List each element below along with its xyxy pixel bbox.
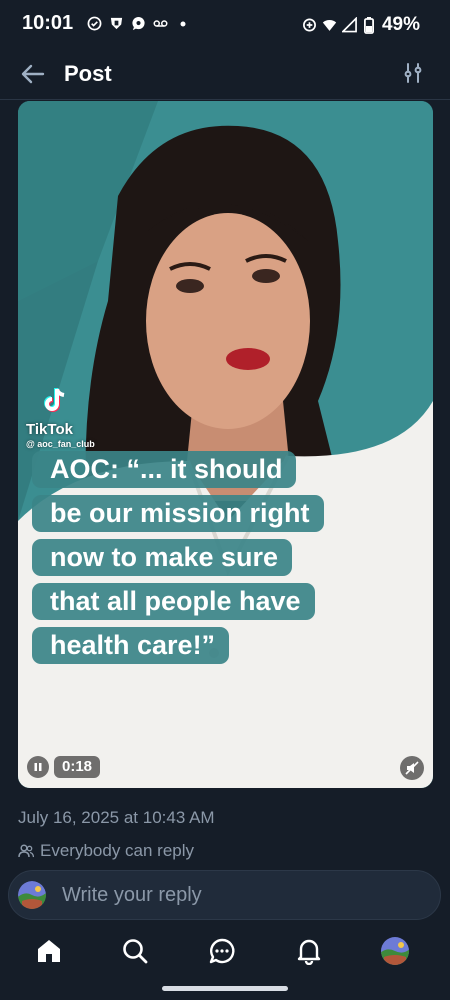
- system-icons: 49%: [302, 14, 420, 36]
- home-icon: [38, 940, 60, 962]
- notification-icons: [87, 16, 190, 31]
- tiktok-watermark-handle: @ aoc_fan_club: [26, 439, 95, 449]
- nav-messages[interactable]: [207, 936, 237, 966]
- shield-icon: [109, 16, 124, 31]
- bell-icon: [297, 939, 321, 965]
- tiktok-watermark-name: TikTok: [26, 421, 73, 438]
- people-icon: [18, 844, 34, 858]
- page-title: Post: [64, 61, 112, 86]
- nav-notifications[interactable]: [294, 936, 324, 966]
- video-player[interactable]: TikTok @ aoc_fan_club AOC: “... it shoul…: [18, 101, 433, 788]
- nav-home[interactable]: [34, 936, 64, 966]
- screen: 10:01 49% Post TikTok @ aoc_fan_club AOC…: [0, 0, 450, 1000]
- reply-permission[interactable]: Everybody can reply: [18, 841, 194, 861]
- post-timestamp: July 16, 2025 at 10:43 AM: [18, 808, 215, 827]
- speaker-muted-icon: [405, 761, 419, 775]
- status-time: 10:01: [22, 12, 74, 34]
- nav-search[interactable]: [120, 936, 150, 966]
- header: Post: [0, 48, 450, 100]
- data-saver-icon: [302, 18, 317, 33]
- bottom-nav: [0, 922, 450, 982]
- video-caption: AOC: “... it should be our mission right…: [32, 451, 372, 671]
- search-icon: [123, 939, 148, 964]
- tiktok-logo-icon: [44, 388, 65, 412]
- battery-icon: [362, 16, 377, 34]
- reply-permission-label: Everybody can reply: [40, 841, 195, 860]
- nav-profile[interactable]: [380, 936, 410, 966]
- battery-level: 49%: [381, 14, 420, 35]
- pause-button[interactable]: [27, 756, 49, 778]
- dot-icon: [175, 16, 190, 31]
- caption-line: health care!”: [32, 627, 230, 664]
- reply-input[interactable]: Write your reply: [8, 870, 441, 920]
- sliders-icon: [404, 63, 422, 83]
- caption-line: AOC: “... it should: [32, 451, 297, 488]
- message-bubble-icon: [131, 16, 146, 31]
- status-bar: 10:01 49%: [0, 0, 450, 48]
- arrow-left-icon: [21, 64, 45, 84]
- signal-icon: [341, 17, 357, 33]
- caption-line: that all people have: [32, 583, 315, 620]
- check-circle-icon: [87, 16, 102, 31]
- chat-icon: [209, 938, 235, 964]
- user-avatar: [18, 881, 46, 909]
- wifi-icon: [322, 18, 337, 33]
- video-duration: 0:18: [54, 756, 101, 778]
- profile-avatar: [381, 937, 409, 965]
- caption-line: now to make sure: [32, 539, 293, 576]
- home-indicator[interactable]: [162, 986, 288, 991]
- pause-icon: [34, 763, 42, 771]
- voicemail-icon: [153, 16, 168, 31]
- caption-line: be our mission right: [32, 495, 324, 532]
- mute-button[interactable]: [400, 756, 424, 780]
- thread-settings-button[interactable]: [402, 62, 426, 86]
- back-button[interactable]: [18, 60, 48, 88]
- reply-placeholder: Write your reply: [62, 883, 202, 906]
